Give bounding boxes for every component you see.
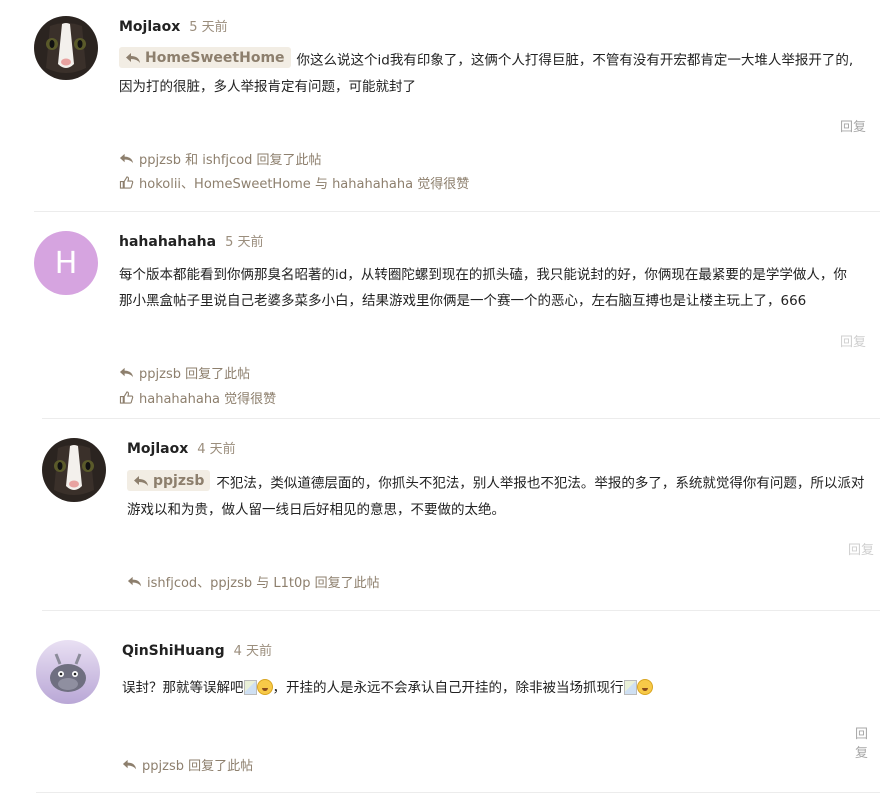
reply-arrow-icon <box>119 367 134 378</box>
post-line: HomeSweetHome 你这么说这个id我有印象了，这俩个人打得巨脏，不管有没… <box>119 47 853 74</box>
quote-username: ppjzsb <box>153 472 205 489</box>
thumbs-up-icon <box>119 176 134 189</box>
cat-avatar-image <box>34 16 98 80</box>
post-time: 4 天前 <box>197 442 236 457</box>
replied-summary[interactable]: ppjzsb 回复了此帖 <box>119 363 250 382</box>
post-time: 5 天前 <box>225 235 264 250</box>
replied-text: ishfjcod、ppjzsb 与 L1t0p 回复了此帖 <box>147 576 380 591</box>
quote-chip[interactable]: ppjzsb <box>127 470 211 491</box>
avatar-mojlaox[interactable] <box>42 438 106 502</box>
post-meta: QinShiHuang 4 天前 <box>122 640 272 659</box>
post-divider <box>36 792 880 793</box>
post-meta: Mojlaox 4 天前 <box>127 438 236 457</box>
post-divider <box>34 211 880 212</box>
reply-arrow-icon <box>134 475 148 486</box>
post-line: 误封？那就等误解吧 ，开挂的人是永远不会承认自己开挂的，除非被当场抓现行 <box>122 675 653 701</box>
reply-arrow-icon <box>127 576 142 587</box>
avatar-letter: H <box>54 245 78 281</box>
username[interactable]: QinShiHuang <box>122 643 225 659</box>
post-text-line2: 因为打的很脏，多人举报肯定有问题，可能就封了 <box>119 78 416 95</box>
post-meta: Mojlaox 5 天前 <box>119 16 228 35</box>
broken-image-icon <box>623 680 637 695</box>
reply-arrow-icon <box>119 153 134 164</box>
cat-avatar-image <box>42 438 106 502</box>
post-line: ppjzsb 不犯法，类似道德层面的，你抓头不犯法，别人举报也不犯法。举报的多了，… <box>127 470 864 497</box>
post-text-line2: 游戏以和为贵，做人留一线日后好相见的意思，不要做的太绝。 <box>127 501 505 518</box>
reply-arrow-icon <box>126 52 140 63</box>
laugh-emoji-icon <box>636 679 653 695</box>
username[interactable]: hahahahaha <box>119 234 216 250</box>
replied-summary[interactable]: ishfjcod、ppjzsb 与 L1t0p 回复了此帖 <box>127 572 380 591</box>
liked-summary[interactable]: hokolii、HomeSweetHome 与 hahahahaha 觉得很赞 <box>119 173 469 192</box>
post-text-line1: 你这么说这个id我有印象了，这俩个人打得巨脏，不管有没有开宏都肯定一大堆人举报开… <box>296 52 854 69</box>
post-text-line2: 那小黑盒帖子里说自己老婆多菜多小白，结果游戏里你俩是一个赛一个的恶心，左右脑互搏… <box>119 293 807 309</box>
quote-chip[interactable]: HomeSweetHome <box>119 47 291 68</box>
reply-button[interactable]: 回复 <box>855 723 880 761</box>
avatar-qinshihuang[interactable] <box>36 640 100 704</box>
avatar-hahahahaha[interactable]: H <box>34 231 98 295</box>
post-text-part2: ，开挂的人是永远不会承认自己开挂的，除非被当场抓现行 <box>272 680 624 696</box>
replied-summary[interactable]: ppjzsb 和 ishfjcod 回复了此帖 <box>119 149 322 168</box>
reply-button[interactable]: 回复 <box>840 331 866 350</box>
post-body: HomeSweetHome 你这么说这个id我有印象了，这俩个人打得巨脏，不管有没… <box>119 47 853 100</box>
replied-text: ppjzsb 回复了此帖 <box>139 367 251 382</box>
reply-arrow-icon <box>122 759 137 770</box>
replied-summary[interactable]: ppjzsb 回复了此帖 <box>122 755 253 774</box>
post-text-line1: 每个版本都能看到你俩那臭名昭著的id，从转圈陀螺到现在的抓头磕，我只能说封的好，… <box>119 267 847 283</box>
laugh-emoji-icon <box>256 679 273 695</box>
username[interactable]: Mojlaox <box>127 441 188 457</box>
reply-button[interactable]: 回复 <box>840 116 866 135</box>
post-text-line1: 不犯法，类似道德层面的，你抓头不犯法，别人举报也不犯法。举报的多了，系统就觉得你… <box>216 475 865 492</box>
post-time: 5 天前 <box>189 20 228 35</box>
post-text-part1: 误封？那就等误解吧 <box>122 680 244 696</box>
post-meta: hahahahaha 5 天前 <box>119 231 263 250</box>
post-divider <box>42 418 880 419</box>
replied-text: ppjzsb 回复了此帖 <box>142 759 254 774</box>
liked-summary[interactable]: hahahahaha 觉得很赞 <box>119 388 276 407</box>
post-body: ppjzsb 不犯法，类似道德层面的，你抓头不犯法，别人举报也不犯法。举报的多了，… <box>127 470 864 523</box>
thumbs-up-icon <box>119 391 134 404</box>
creature-avatar-image <box>36 640 100 704</box>
post-divider <box>42 610 880 611</box>
liked-text: hokolii、HomeSweetHome 与 hahahahaha 觉得很赞 <box>139 177 470 192</box>
post-body: 每个版本都能看到你俩那臭名昭著的id，从转圈陀螺到现在的抓头磕，我只能说封的好，… <box>119 262 847 314</box>
username[interactable]: Mojlaox <box>119 19 180 35</box>
reply-button[interactable]: 回复 <box>848 539 874 558</box>
quote-username: HomeSweetHome <box>145 49 285 66</box>
liked-text: hahahahaha 觉得很赞 <box>139 392 277 407</box>
post-time: 4 天前 <box>233 644 273 659</box>
replied-text: ppjzsb 和 ishfjcod 回复了此帖 <box>139 153 322 168</box>
post-body: 误封？那就等误解吧 ，开挂的人是永远不会承认自己开挂的，除非被当场抓现行 <box>122 675 653 701</box>
avatar-mojlaox[interactable] <box>34 16 98 80</box>
broken-image-icon <box>243 680 257 695</box>
